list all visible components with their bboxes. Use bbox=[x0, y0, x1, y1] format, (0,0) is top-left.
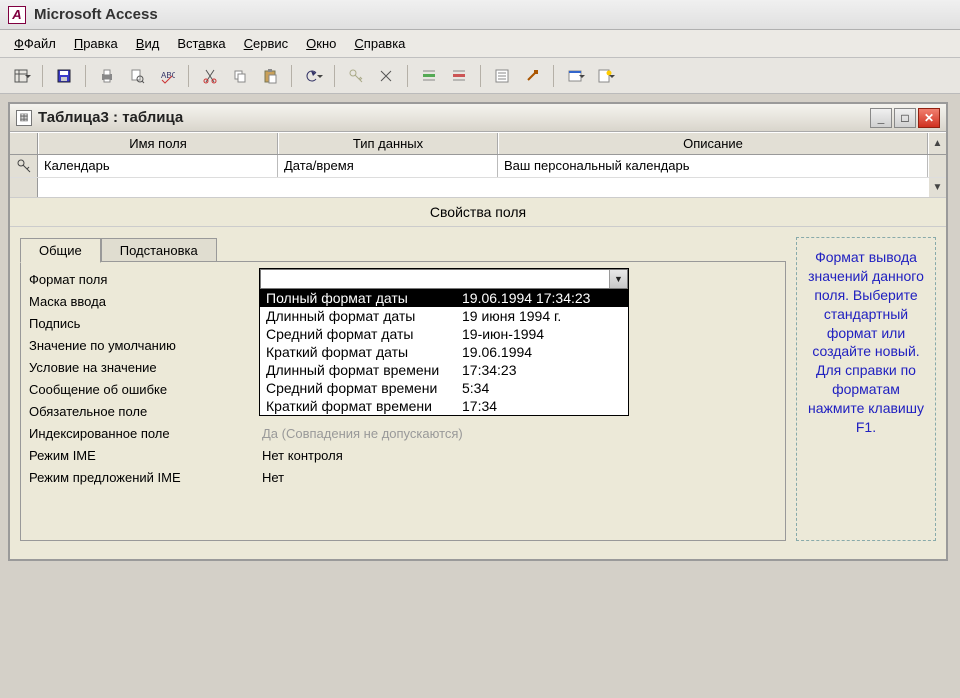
row-selector-primary-key[interactable] bbox=[10, 155, 38, 177]
format-combo[interactable]: ▼ bbox=[260, 269, 628, 289]
mdi-area: ▦ Таблица3 : таблица _ □ ✕ Имя поля Тип … bbox=[0, 94, 960, 569]
delete-row-button[interactable] bbox=[446, 63, 472, 89]
prop-label-required: Обязательное поле bbox=[29, 404, 259, 419]
prop-label-indexed: Индексированное поле bbox=[29, 426, 259, 441]
build-button[interactable] bbox=[519, 63, 545, 89]
prop-label-default: Значение по умолчанию bbox=[29, 338, 259, 353]
prop-label-format: Формат поля bbox=[29, 272, 259, 287]
separator bbox=[553, 65, 554, 87]
prop-input-imesentence[interactable] bbox=[259, 469, 777, 486]
separator bbox=[334, 65, 335, 87]
menu-file[interactable]: ФФайлФайл bbox=[14, 36, 56, 51]
help-panel: Формат вывода значений данного поля. Выб… bbox=[796, 237, 936, 541]
menu-window[interactable]: Окно bbox=[306, 36, 336, 51]
prop-label-caption: Подпись bbox=[29, 316, 259, 331]
column-name-header[interactable]: Имя поля bbox=[38, 133, 278, 154]
table-icon: ▦ bbox=[16, 110, 32, 126]
copy-button[interactable] bbox=[227, 63, 253, 89]
props-tabs: Общие Подстановка bbox=[20, 237, 786, 262]
separator bbox=[188, 65, 189, 87]
field-name-cell[interactable]: Календарь bbox=[38, 155, 278, 177]
empty-cell[interactable] bbox=[38, 178, 278, 197]
dropdown-item[interactable]: Средний формат даты19-июн-1994 bbox=[260, 325, 628, 343]
print-preview-button[interactable] bbox=[124, 63, 150, 89]
empty-cell[interactable] bbox=[498, 178, 928, 197]
column-type-header[interactable]: Тип данных bbox=[278, 133, 498, 154]
indexes-button[interactable] bbox=[373, 63, 399, 89]
tab-general[interactable]: Общие bbox=[20, 238, 101, 263]
dropdown-item[interactable]: Полный формат даты19.06.1994 17:34:23 bbox=[260, 289, 628, 307]
view-mode-button[interactable] bbox=[8, 63, 34, 89]
scroll-up-button[interactable]: ▲ bbox=[928, 133, 946, 154]
save-button[interactable] bbox=[51, 63, 77, 89]
column-desc-header[interactable]: Описание bbox=[498, 133, 928, 154]
props-left-panel: Общие Подстановка Формат поля Маска ввод… bbox=[20, 237, 786, 541]
prop-label-ime: Режим IME bbox=[29, 448, 259, 463]
svg-text:ABC: ABC bbox=[161, 71, 175, 80]
field-desc-cell[interactable]: Ваш персональный календарь bbox=[498, 155, 928, 177]
prop-label-valrule: Условие на значение bbox=[29, 360, 259, 375]
window-title: Таблица3 : таблица bbox=[38, 109, 864, 126]
tab-body-general: Формат поля Маска ввода Подпись Значение… bbox=[20, 261, 786, 541]
prop-input-indexed[interactable] bbox=[259, 425, 777, 442]
format-dropdown: ▼ Полный формат даты19.06.1994 17:34:23 … bbox=[259, 268, 629, 416]
field-row-empty: ▼ bbox=[10, 177, 946, 197]
app-title: Microsoft Access bbox=[34, 6, 158, 23]
new-object-button[interactable] bbox=[592, 63, 618, 89]
row-selector-empty[interactable] bbox=[10, 178, 38, 197]
paste-button[interactable] bbox=[257, 63, 283, 89]
prop-label-valtext: Сообщение об ошибке bbox=[29, 382, 259, 397]
tab-lookup[interactable]: Подстановка bbox=[101, 238, 217, 263]
close-button[interactable]: ✕ bbox=[918, 108, 940, 128]
format-dropdown-list: Полный формат даты19.06.1994 17:34:23 Дл… bbox=[260, 289, 628, 415]
db-window-button[interactable] bbox=[562, 63, 588, 89]
dropdown-item[interactable]: Длинный формат времени17:34:23 bbox=[260, 361, 628, 379]
field-properties-title: Свойства поля bbox=[10, 197, 946, 227]
menu-help[interactable]: Справка bbox=[354, 36, 405, 51]
spellcheck-button[interactable]: ABC bbox=[154, 63, 180, 89]
properties-button[interactable] bbox=[489, 63, 515, 89]
field-row: Календарь Дата/время Ваш персональный ка… bbox=[10, 155, 946, 177]
cut-button[interactable] bbox=[197, 63, 223, 89]
undo-button[interactable] bbox=[300, 63, 326, 89]
window-titlebar: ▦ Таблица3 : таблица _ □ ✕ bbox=[10, 104, 946, 132]
row-selector-header bbox=[10, 133, 38, 154]
access-app-icon: A bbox=[8, 6, 26, 24]
prop-label-imesentence: Режим предложений IME bbox=[29, 470, 259, 485]
separator bbox=[407, 65, 408, 87]
format-combo-text[interactable] bbox=[261, 270, 609, 288]
toolbar: ABC bbox=[0, 58, 960, 94]
separator bbox=[480, 65, 481, 87]
empty-cell[interactable] bbox=[278, 178, 498, 197]
menu-edit[interactable]: Правка bbox=[74, 36, 118, 51]
scroll-track[interactable] bbox=[928, 155, 946, 177]
prop-label-mask: Маска ввода bbox=[29, 294, 259, 309]
dropdown-item[interactable]: Длинный формат даты19 июня 1994 г. bbox=[260, 307, 628, 325]
separator bbox=[42, 65, 43, 87]
dropdown-item[interactable]: Краткий формат времени17:34 bbox=[260, 397, 628, 415]
field-type-cell[interactable]: Дата/время bbox=[278, 155, 498, 177]
menu-view[interactable]: Вид bbox=[136, 36, 160, 51]
dropdown-item[interactable]: Средний формат времени5:34 bbox=[260, 379, 628, 397]
format-combo-arrow[interactable]: ▼ bbox=[609, 270, 627, 288]
primary-key-button[interactable] bbox=[343, 63, 369, 89]
scroll-down-button[interactable]: ▼ bbox=[928, 178, 946, 197]
minimize-button[interactable]: _ bbox=[870, 108, 892, 128]
dropdown-item[interactable]: Краткий формат даты19.06.1994 bbox=[260, 343, 628, 361]
menu-insert[interactable]: Вставка bbox=[177, 36, 225, 51]
separator bbox=[291, 65, 292, 87]
table-design-window: ▦ Таблица3 : таблица _ □ ✕ Имя поля Тип … bbox=[8, 102, 948, 561]
separator bbox=[85, 65, 86, 87]
props-area: Общие Подстановка Формат поля Маска ввод… bbox=[10, 227, 946, 559]
field-grid-header: Имя поля Тип данных Описание ▲ bbox=[10, 132, 946, 155]
maximize-button[interactable]: □ bbox=[894, 108, 916, 128]
menu-tools[interactable]: Сервис bbox=[244, 36, 289, 51]
prop-input-ime[interactable] bbox=[259, 447, 777, 464]
app-titlebar: A Microsoft Access bbox=[0, 0, 960, 30]
menubar: ФФайлФайл Правка Вид Вставка Сервис Окно… bbox=[0, 30, 960, 58]
insert-row-button[interactable] bbox=[416, 63, 442, 89]
print-button[interactable] bbox=[94, 63, 120, 89]
